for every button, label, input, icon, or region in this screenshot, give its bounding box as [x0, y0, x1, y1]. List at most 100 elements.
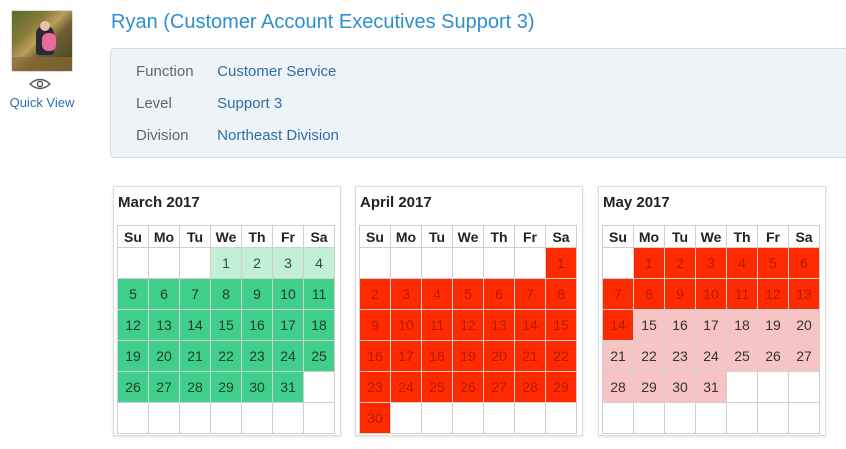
calendar-day-cell[interactable]: 9 [664, 278, 696, 310]
calendar-day-cell[interactable]: 22 [633, 340, 665, 372]
calendar-day-cell[interactable]: 19 [452, 340, 484, 372]
calendar-day-cell[interactable]: 14 [179, 309, 211, 341]
calendar-day-cell[interactable]: 6 [483, 278, 515, 310]
calendar-day-cell[interactable]: 5 [757, 247, 789, 279]
calendar-day-cell[interactable]: 14 [514, 309, 546, 341]
calendar-day-cell[interactable]: 6 [148, 278, 180, 310]
calendar-day-cell[interactable]: 12 [757, 278, 789, 310]
calendar-day-cell[interactable]: 16 [359, 340, 391, 372]
calendar-day-cell[interactable]: 6 [788, 247, 820, 279]
calendar-day-cell[interactable]: 21 [179, 340, 211, 372]
calendar-day-cell[interactable]: 31 [272, 371, 304, 403]
calendar-day-cell[interactable]: 19 [117, 340, 149, 372]
calendar-day-cell[interactable]: 29 [210, 371, 242, 403]
calendar-day-cell[interactable]: 23 [359, 371, 391, 403]
calendar-day-cell[interactable]: 2 [241, 247, 273, 279]
calendar-day-cell[interactable]: 12 [117, 309, 149, 341]
calendar-day-cell[interactable]: 26 [452, 371, 484, 403]
calendar-day-cell[interactable]: 28 [514, 371, 546, 403]
calendar-day-cell[interactable]: 18 [421, 340, 453, 372]
calendar-day-cell[interactable]: 26 [757, 340, 789, 372]
calendar-day-cell[interactable]: 3 [272, 247, 304, 279]
calendar-day-cell[interactable]: 17 [695, 309, 727, 341]
calendar-day-cell[interactable]: 4 [726, 247, 758, 279]
calendar-day-cell[interactable]: 25 [726, 340, 758, 372]
calendar-day-cell[interactable]: 1 [545, 247, 577, 279]
calendar-day-cell[interactable]: 31 [695, 371, 727, 403]
detail-value[interactable]: Customer Service [217, 63, 336, 80]
calendar-day-cell[interactable]: 9 [241, 278, 273, 310]
calendar-day-cell[interactable]: 23 [664, 340, 696, 372]
calendar-day-cell[interactable]: 18 [726, 309, 758, 341]
calendar-day-cell[interactable]: 16 [664, 309, 696, 341]
calendar-day-cell[interactable]: 15 [210, 309, 242, 341]
calendar-day-cell[interactable]: 4 [421, 278, 453, 310]
calendar-day-cell[interactable]: 27 [788, 340, 820, 372]
calendar-day-cell[interactable]: 21 [514, 340, 546, 372]
calendar-day-cell[interactable]: 28 [602, 371, 634, 403]
calendar-day-cell[interactable]: 20 [483, 340, 515, 372]
calendar-day-cell[interactable]: 15 [633, 309, 665, 341]
calendar-day-cell[interactable]: 1 [210, 247, 242, 279]
calendar-day-cell[interactable]: 5 [452, 278, 484, 310]
calendar-day-cell[interactable]: 27 [148, 371, 180, 403]
calendar-day-cell[interactable]: 28 [179, 371, 211, 403]
calendar-day-cell[interactable]: 21 [602, 340, 634, 372]
calendar-day-cell[interactable]: 8 [210, 278, 242, 310]
calendar-day-cell[interactable]: 29 [633, 371, 665, 403]
calendar-day-cell[interactable]: 7 [179, 278, 211, 310]
calendar-day-cell[interactable]: 30 [359, 402, 391, 434]
calendar-day-cell[interactable]: 13 [788, 278, 820, 310]
calendar-day-cell[interactable]: 7 [514, 278, 546, 310]
calendar-day-cell[interactable]: 13 [148, 309, 180, 341]
profile-title[interactable]: Ryan (Customer Account Executives Suppor… [111, 11, 535, 34]
calendar-day-cell[interactable]: 25 [303, 340, 335, 372]
calendar-day-cell[interactable]: 26 [117, 371, 149, 403]
calendar-day-cell[interactable]: 22 [210, 340, 242, 372]
calendar-day-cell[interactable]: 8 [545, 278, 577, 310]
calendar-day-cell[interactable]: 24 [272, 340, 304, 372]
calendar-day-cell[interactable]: 25 [421, 371, 453, 403]
calendar-day-cell[interactable]: 24 [695, 340, 727, 372]
calendar-day-cell[interactable]: 29 [545, 371, 577, 403]
calendar-day-cell[interactable]: 10 [390, 309, 422, 341]
calendar-day-cell[interactable]: 18 [303, 309, 335, 341]
eye-icon[interactable] [29, 78, 51, 90]
calendar-day-cell[interactable]: 14 [602, 309, 634, 341]
calendar-day-cell[interactable]: 22 [545, 340, 577, 372]
calendar-day-cell[interactable]: 17 [272, 309, 304, 341]
calendar-day-cell[interactable]: 23 [241, 340, 273, 372]
calendar-day-cell[interactable]: 4 [303, 247, 335, 279]
calendar-day-cell[interactable]: 11 [303, 278, 335, 310]
calendar-day-cell[interactable]: 20 [148, 340, 180, 372]
calendar-day-cell[interactable]: 3 [390, 278, 422, 310]
calendar-day-cell[interactable]: 5 [117, 278, 149, 310]
avatar[interactable] [11, 10, 73, 72]
calendar-day-cell[interactable]: 10 [695, 278, 727, 310]
calendar-day-cell[interactable]: 15 [545, 309, 577, 341]
calendar-day-cell[interactable]: 20 [788, 309, 820, 341]
calendar-day-cell[interactable]: 30 [664, 371, 696, 403]
calendar-day-cell[interactable]: 16 [241, 309, 273, 341]
calendar-day-cell[interactable]: 13 [483, 309, 515, 341]
calendar-day-cell[interactable]: 24 [390, 371, 422, 403]
calendar-day-cell[interactable]: 17 [390, 340, 422, 372]
calendar-day-cell[interactable]: 19 [757, 309, 789, 341]
calendar-day-cell[interactable]: 11 [726, 278, 758, 310]
calendar-day-cell[interactable]: 1 [633, 247, 665, 279]
calendar-day-cell[interactable]: 3 [695, 247, 727, 279]
detail-value[interactable]: Support 3 [217, 95, 282, 112]
calendar-day-cell[interactable]: 2 [359, 278, 391, 310]
calendar-day-cell[interactable]: 11 [421, 309, 453, 341]
detail-value[interactable]: Northeast Division [217, 127, 339, 144]
calendar-day-cell[interactable]: 2 [664, 247, 696, 279]
calendar-day-cell[interactable]: 10 [272, 278, 304, 310]
calendar-day-cell[interactable]: 9 [359, 309, 391, 341]
calendar-day-cell[interactable]: 12 [452, 309, 484, 341]
quick-view-link[interactable]: Quick View [0, 95, 84, 110]
calendar-day-cell[interactable]: 27 [483, 371, 515, 403]
calendar-day-cell[interactable]: 30 [241, 371, 273, 403]
calendar-day-cell[interactable]: 7 [602, 278, 634, 310]
weekday-header: Sa [303, 225, 335, 248]
calendar-day-cell[interactable]: 8 [633, 278, 665, 310]
